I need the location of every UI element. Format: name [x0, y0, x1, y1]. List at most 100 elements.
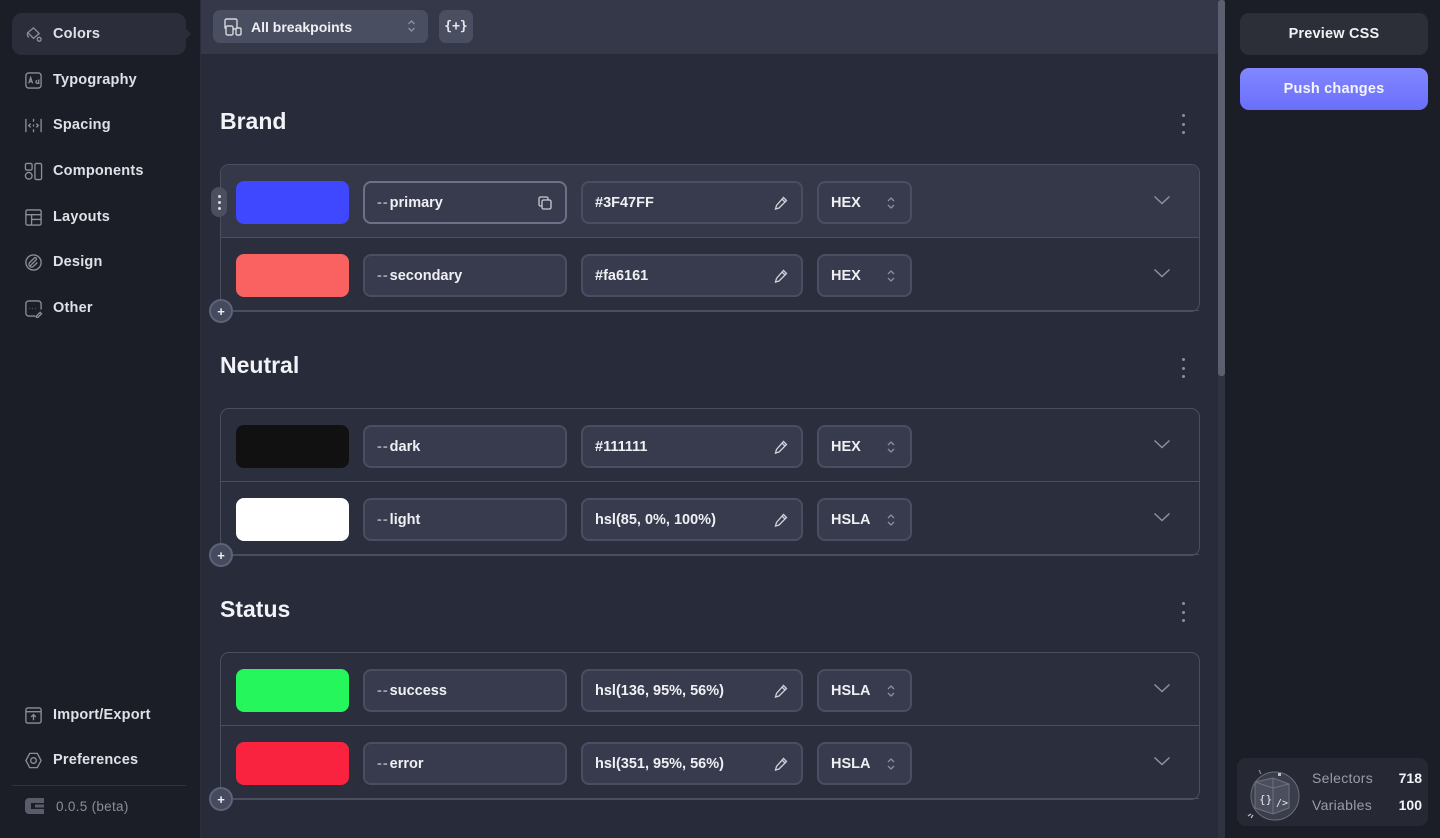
sidebar-item-layouts[interactable]: Layouts — [12, 196, 186, 238]
variable-prefix: -- — [377, 682, 389, 699]
chevron-down-icon[interactable] — [1153, 681, 1171, 693]
sidebar-item-label: Layouts — [53, 209, 110, 225]
color-row-dark: -- dark #111111 HEX — [221, 409, 1199, 482]
scrollbar-thumb[interactable] — [1218, 0, 1225, 376]
version-label: 0.0.5 (beta) — [56, 798, 129, 814]
app-logo-icon — [25, 798, 44, 814]
color-row-primary: -- primary #3F47FF HEX — [211, 165, 1199, 238]
stat-label: Selectors — [1312, 770, 1374, 786]
sidebar-item-spacing[interactable]: Spacing — [12, 104, 186, 146]
color-row-error: -- error hsl(351, 95%, 56%) HSLA — [221, 726, 1199, 799]
sidebar-item-label: Typography — [53, 72, 137, 88]
eyedropper-icon[interactable] — [773, 268, 789, 284]
chevron-down-icon[interactable] — [1153, 193, 1171, 205]
color-format: HSLA — [831, 682, 871, 699]
breakpoint-select[interactable]: All breakpoints — [213, 10, 428, 43]
color-value-input[interactable]: hsl(136, 95%, 56%) — [581, 669, 803, 712]
color-group-status: -- success hsl(136, 95%, 56%) HSLA -- error hs… — [209, 652, 1200, 811]
sidebar-item-design[interactable]: Design — [12, 241, 186, 283]
sidebar-item-label: Spacing — [53, 117, 111, 133]
eyedropper-icon[interactable] — [773, 756, 789, 772]
variable-name: success — [389, 682, 447, 699]
stat-variables: Variables 100 — [1312, 797, 1422, 813]
variable-name-input[interactable]: -- dark — [363, 425, 567, 468]
eyedropper-icon[interactable] — [773, 512, 789, 528]
add-color-button[interactable]: + — [209, 787, 233, 811]
copy-icon[interactable] — [537, 195, 553, 211]
color-format-select[interactable]: HSLA — [817, 742, 912, 785]
color-value-input[interactable]: hsl(351, 95%, 56%) — [581, 742, 803, 785]
color-value-input[interactable]: hsl(85, 0%, 100%) — [581, 498, 803, 541]
sidebar-item-preferences[interactable]: Preferences — [12, 739, 186, 781]
toolbar: All breakpoints {+} — [201, 0, 1218, 54]
devices-icon — [224, 17, 242, 36]
push-changes-button[interactable]: Push changes — [1240, 68, 1428, 110]
sidebar-item-typography[interactable]: Typography — [12, 59, 186, 101]
variable-name: secondary — [389, 267, 463, 284]
color-value: hsl(85, 0%, 100%) — [595, 511, 716, 528]
color-format-select[interactable]: HEX — [817, 181, 912, 224]
color-format-select[interactable]: HEX — [817, 254, 912, 297]
color-value: #3F47FF — [595, 194, 654, 211]
sidebar-item-other[interactable]: Other — [12, 287, 186, 329]
sidebar-divider — [12, 785, 186, 786]
chevron-up-down-icon — [886, 757, 896, 771]
chevron-down-icon[interactable] — [1153, 437, 1171, 449]
sidebar: Colors Typography Spacing Components Lay… — [0, 0, 201, 838]
color-value-input[interactable]: #111111 — [581, 425, 803, 468]
chevron-up-down-icon — [408, 20, 415, 32]
color-value-input[interactable]: #3F47FF — [581, 181, 803, 224]
app-window: Colors Typography Spacing Components Lay… — [0, 0, 1440, 838]
components-icon — [23, 161, 43, 181]
variable-name-input[interactable]: -- error — [363, 742, 567, 785]
sidebar-item-colors[interactable]: Colors — [12, 13, 191, 55]
chevron-up-down-icon — [886, 196, 896, 210]
svg-text:{}: {} — [1259, 793, 1272, 806]
color-swatch[interactable] — [236, 669, 349, 712]
stat-value: 718 — [1398, 770, 1422, 786]
scrollbar[interactable] — [1218, 0, 1225, 838]
color-format-select[interactable]: HSLA — [817, 498, 912, 541]
preview-css-button[interactable]: Preview CSS — [1240, 13, 1428, 55]
color-value-input[interactable]: #fa6161 — [581, 254, 803, 297]
eyedropper-icon[interactable] — [773, 683, 789, 699]
variable-name-input[interactable]: -- secondary — [363, 254, 567, 297]
color-row-light: -- light hsl(85, 0%, 100%) HSLA — [221, 482, 1199, 555]
variable-name-input[interactable]: -- light — [363, 498, 567, 541]
main-content: All breakpoints {+} Brand -- primary #3F47F… — [201, 0, 1225, 838]
add-color-button[interactable]: + — [209, 543, 233, 567]
color-swatch[interactable] — [236, 498, 349, 541]
color-swatch[interactable] — [236, 742, 349, 785]
breakpoint-select-value: All breakpoints — [251, 18, 353, 35]
color-swatch[interactable] — [236, 254, 349, 297]
sidebar-item-label: Colors — [53, 26, 101, 42]
variable-name-input[interactable]: -- primary — [363, 181, 567, 224]
color-swatch[interactable] — [236, 425, 349, 468]
color-swatch[interactable] — [236, 181, 349, 224]
version-info: 0.0.5 (beta) — [22, 797, 129, 815]
paint-bucket-icon — [23, 24, 43, 44]
add-variable-button[interactable]: {+} — [439, 10, 473, 43]
chevron-down-icon[interactable] — [1153, 754, 1171, 766]
stats-card: {} /> Selectors 718 Variables 100 — [1237, 758, 1428, 826]
section-title-brand: Brand — [220, 108, 287, 134]
eyedropper-icon[interactable] — [773, 195, 789, 211]
eyedropper-icon[interactable] — [773, 439, 789, 455]
group-menu-kebab-icon[interactable] — [1173, 112, 1193, 136]
color-value: hsl(136, 95%, 56%) — [595, 682, 724, 699]
add-color-button[interactable]: + — [209, 299, 233, 323]
import-export-icon — [23, 705, 43, 725]
chevron-down-icon[interactable] — [1153, 266, 1171, 278]
typography-icon — [23, 70, 43, 90]
group-menu-kebab-icon[interactable] — [1173, 356, 1193, 380]
color-format-select[interactable]: HEX — [817, 425, 912, 468]
variable-name-input[interactable]: -- success — [363, 669, 567, 712]
drag-handle-icon[interactable] — [211, 187, 227, 217]
color-group-brand: -- primary #3F47FF HEX -- secondary #fa6161 HEX… — [209, 164, 1200, 323]
sidebar-item-components[interactable]: Components — [12, 150, 186, 192]
color-format-select[interactable]: HSLA — [817, 669, 912, 712]
sidebar-item-import-export[interactable]: Import/Export — [12, 694, 186, 736]
group-menu-kebab-icon[interactable] — [1173, 600, 1193, 624]
stat-label: Variables — [1312, 797, 1373, 813]
chevron-down-icon[interactable] — [1153, 510, 1171, 522]
